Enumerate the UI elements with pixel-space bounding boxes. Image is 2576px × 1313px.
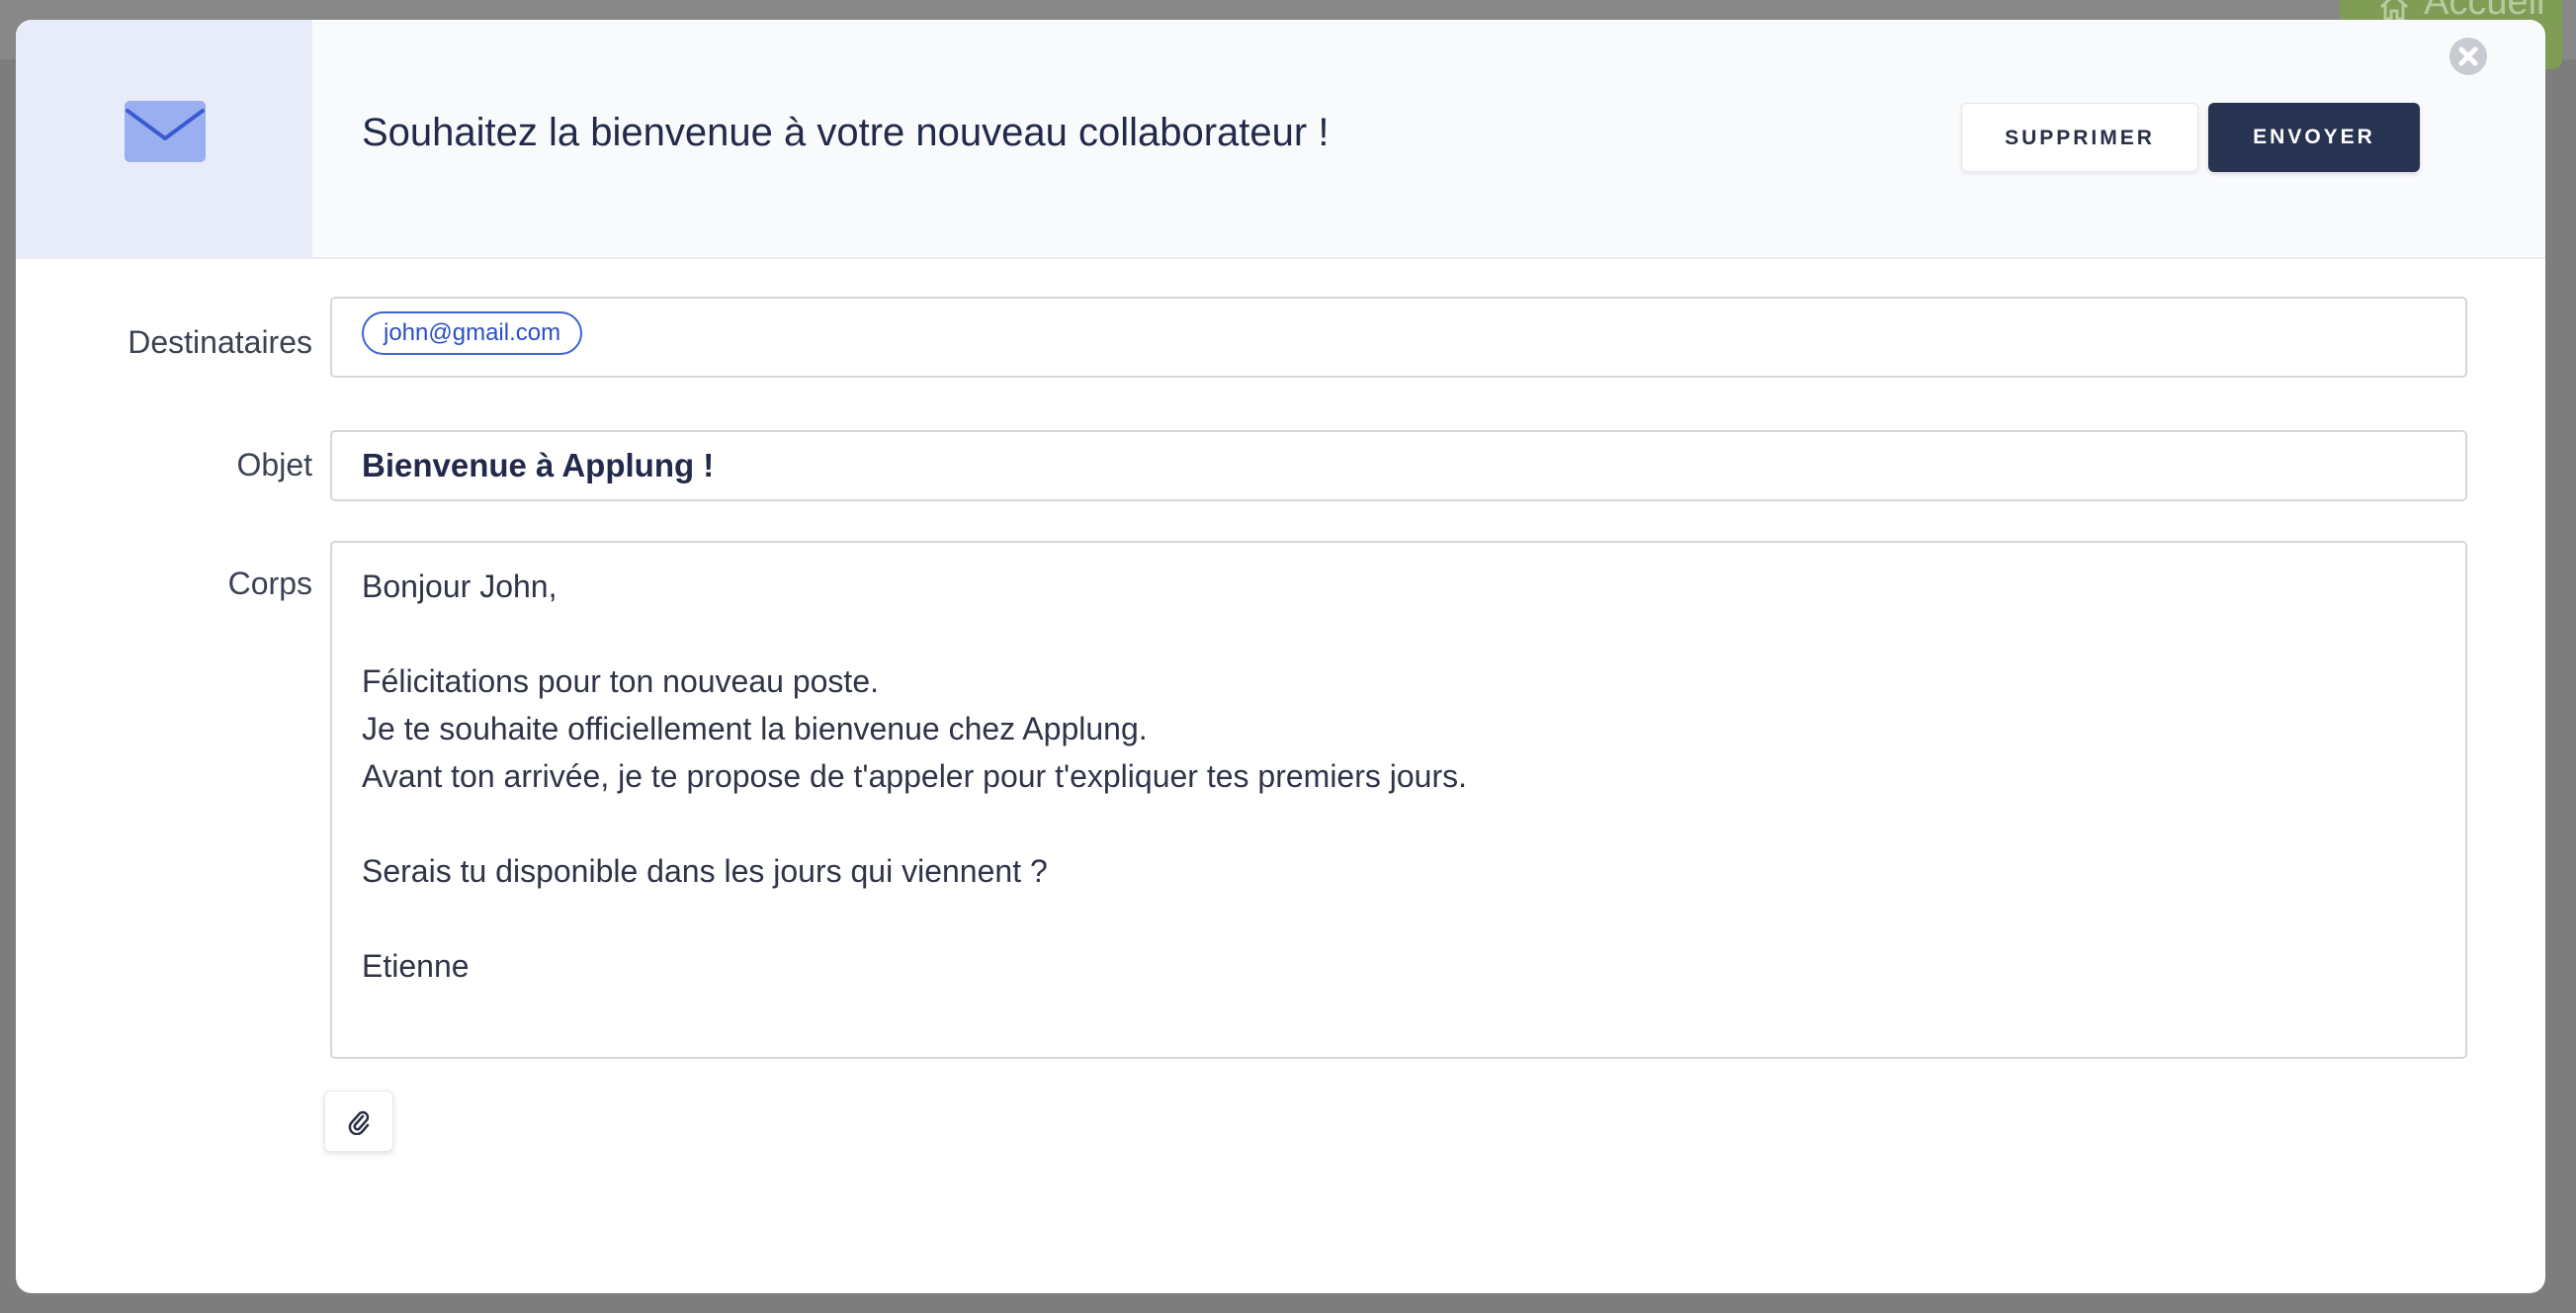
body-textarea[interactable]: Bonjour John, Félicitations pour ton nou… [330, 541, 2467, 1059]
close-icon[interactable] [2448, 37, 2488, 76]
recipient-chip[interactable]: john@gmail.com [362, 311, 583, 355]
delete-button[interactable]: SUPPRIMER [1961, 103, 2198, 172]
header-icon-panel [16, 20, 312, 257]
home-button-label: Accueil [2424, 0, 2545, 23]
attach-button[interactable] [324, 1091, 393, 1152]
subject-value: Bienvenue à Applung ! [362, 447, 715, 483]
envelope-icon [125, 101, 206, 162]
subject-label: Objet [236, 447, 312, 482]
welcome-email-modal: Souhaitez la bienvenue à votre nouveau c… [16, 20, 2545, 1293]
body-label: Corps [227, 566, 312, 601]
subject-field[interactable]: Bienvenue à Applung ! [330, 430, 2467, 501]
home-icon [2379, 0, 2409, 21]
paperclip-icon [348, 1110, 370, 1135]
recipients-field[interactable]: john@gmail.com [330, 297, 2467, 378]
send-button[interactable]: ENVOYER [2208, 103, 2420, 172]
recipients-label: Destinataires [128, 324, 312, 360]
modal-title: Souhaitez la bienvenue à votre nouveau c… [362, 111, 1330, 154]
body-value: Bonjour John, Félicitations pour ton nou… [362, 569, 1468, 984]
modal-header: Souhaitez la bienvenue à votre nouveau c… [16, 20, 2545, 259]
